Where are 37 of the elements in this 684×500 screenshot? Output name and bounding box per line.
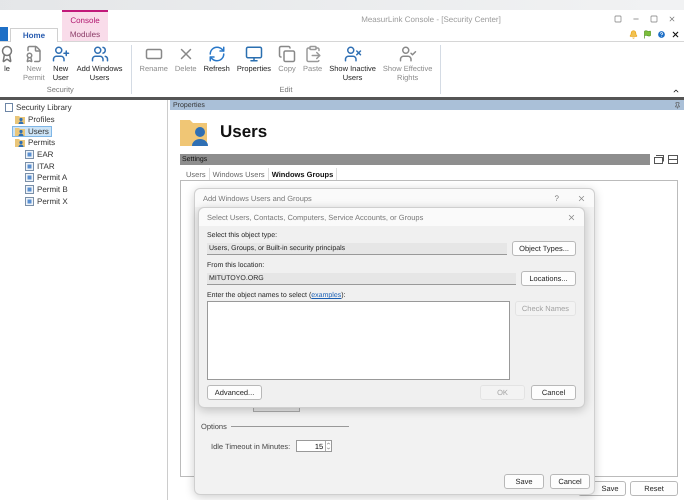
- library-icon: [5, 103, 13, 112]
- tree-item[interactable]: Permits: [12, 137, 58, 148]
- users-folder-icon: [180, 118, 210, 146]
- tree-item[interactable]: Permit A: [22, 172, 70, 184]
- collapse-icon[interactable]: [672, 87, 680, 95]
- split-icon[interactable]: [668, 155, 678, 164]
- window-icon[interactable]: [654, 155, 664, 164]
- user-folder-icon: [15, 138, 25, 148]
- refresh-icon: [208, 45, 226, 63]
- new-user-icon: [52, 45, 70, 63]
- ribbon-tab[interactable]: Modules: [62, 27, 108, 41]
- window-title: MeasurLink Console - [Security Center]: [360, 14, 502, 24]
- object-names-field[interactable]: [207, 301, 510, 380]
- ribbon-tab[interactable]: Home: [10, 28, 58, 42]
- tree-item[interactable]: ITAR: [22, 160, 58, 172]
- tree-item[interactable]: EAR: [22, 149, 56, 160]
- page-heading: Users: [220, 122, 268, 142]
- tree-item[interactable]: Permit B: [22, 184, 71, 196]
- close-icon[interactable]: [671, 30, 680, 38]
- restore-icon[interactable]: [614, 15, 622, 23]
- tree-item[interactable]: Users: [12, 126, 52, 137]
- flag-icon[interactable]: [643, 30, 652, 38]
- paste-icon: [304, 45, 322, 63]
- tree-item[interactable]: Profiles: [12, 114, 58, 126]
- copy-icon: [278, 45, 296, 63]
- help-icon[interactable]: [657, 30, 666, 38]
- help-button[interactable]: ?: [554, 194, 559, 202]
- properties-icon: [244, 45, 263, 63]
- user-folder-icon: [15, 126, 25, 136]
- permit-icon: [24, 45, 43, 63]
- contextual-tab-header: Console: [62, 10, 108, 28]
- maximize-icon[interactable]: [650, 15, 658, 23]
- pin-icon[interactable]: [674, 102, 681, 108]
- tree-item[interactable]: Permit X: [22, 196, 71, 207]
- tree-item[interactable]: Security Library: [2, 102, 75, 114]
- user-folder-icon: [15, 115, 25, 124]
- bell-icon[interactable]: [629, 30, 638, 38]
